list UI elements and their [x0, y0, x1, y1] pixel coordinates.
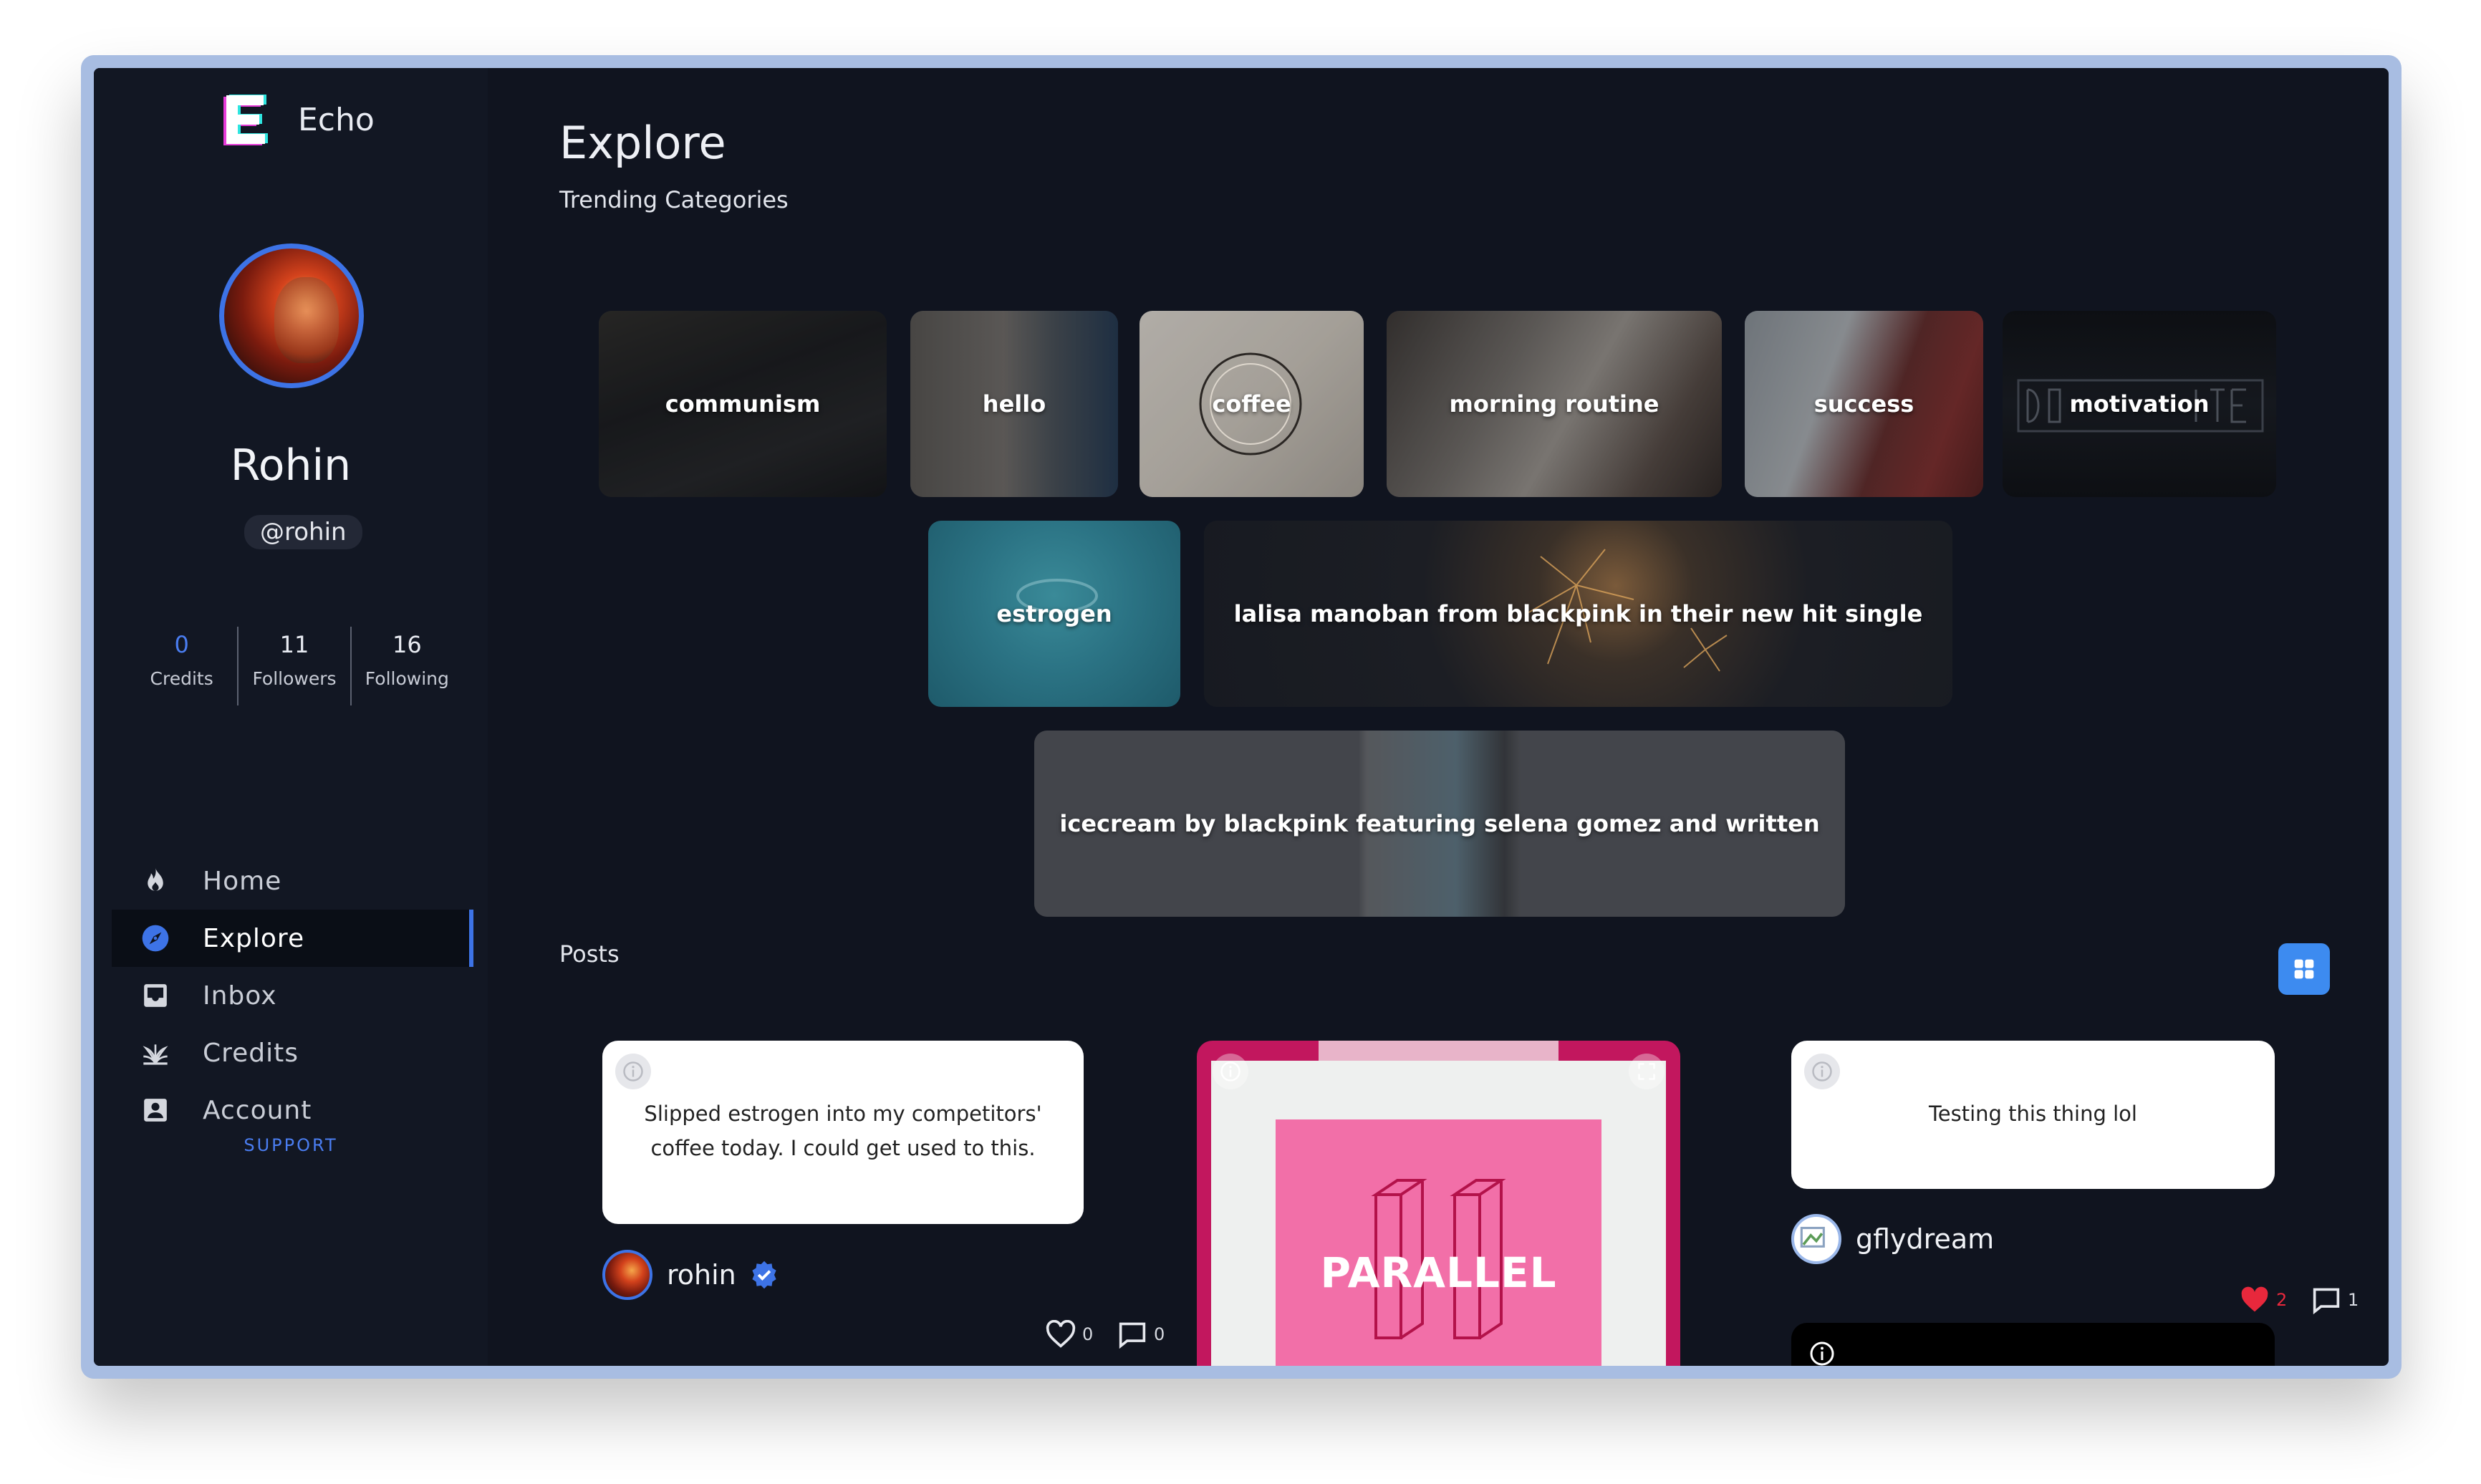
- sidebar-item-account[interactable]: Account: [112, 1081, 473, 1139]
- like-metric[interactable]: 0: [1045, 1320, 1093, 1349]
- comment-count: 0: [1154, 1324, 1165, 1344]
- page-title: Explore: [559, 117, 726, 169]
- profile-handle: @rohin: [244, 515, 362, 549]
- echo-logo-icon: [219, 91, 269, 148]
- section-title-posts: Posts: [559, 940, 620, 968]
- stat-value: 11: [279, 631, 309, 658]
- profile-stats: 0 Credits 11 Followers 16 Following: [126, 627, 463, 705]
- comment-icon: [1119, 1322, 1146, 1349]
- info-icon[interactable]: [1213, 1054, 1248, 1089]
- post-card-4[interactable]: [1791, 1323, 2275, 1366]
- sidebar-item-label: Account: [203, 1095, 312, 1125]
- category-tile-communism[interactable]: communism: [599, 311, 887, 497]
- stat-label: Credits: [150, 668, 213, 689]
- sidebar-item-label: Explore: [203, 923, 305, 953]
- app-name: Echo: [298, 101, 375, 138]
- post-author-name: rohin: [667, 1259, 736, 1291]
- stat-label: Following: [365, 668, 449, 689]
- category-tile-morning-routine[interactable]: morning routine: [1387, 311, 1722, 497]
- sidebar-item-home[interactable]: Home: [112, 852, 473, 910]
- sidebar-item-label: Inbox: [203, 980, 277, 1011]
- account-icon: [140, 1095, 170, 1125]
- sidebar-nav: Home Explore Inbox Credits Account: [112, 852, 473, 1139]
- category-label: lalisa manoban from blackpink in their n…: [1233, 600, 1923, 627]
- profile-name: Rohin: [230, 440, 352, 491]
- plant-icon: [140, 1038, 170, 1068]
- author-avatar: [1791, 1214, 1841, 1264]
- heart-icon: [1046, 1320, 1076, 1348]
- sidebar-item-explore[interactable]: Explore: [112, 910, 473, 967]
- post-text: Slipped estrogen into my competitors' co…: [644, 1102, 1042, 1160]
- inbox-icon: [140, 980, 170, 1011]
- sidebar-item-label: Credits: [203, 1038, 299, 1068]
- post-card-3[interactable]: Testing this thing lol: [1791, 1041, 2275, 1189]
- info-icon[interactable]: [1804, 1054, 1840, 1089]
- section-title-trending: Trending Categories: [559, 186, 789, 213]
- category-tile-coffee[interactable]: coffee: [1140, 311, 1364, 497]
- logo[interactable]: Echo: [219, 91, 375, 148]
- image-text: PARALLEL: [1320, 1248, 1557, 1297]
- stat-credits[interactable]: 0 Credits: [126, 627, 239, 705]
- grid-view-button[interactable]: [2278, 943, 2330, 995]
- info-icon[interactable]: [1804, 1336, 1840, 1366]
- category-label: hello: [982, 390, 1046, 418]
- stat-value: 16: [392, 631, 422, 658]
- category-tile-lalisa[interactable]: lalisa manoban from blackpink in their n…: [1204, 521, 1952, 707]
- like-count: 2: [2276, 1290, 2288, 1310]
- stat-value: 0: [174, 631, 189, 658]
- sidebar-item-label: Home: [203, 866, 282, 896]
- comment-icon: [2313, 1288, 2340, 1314]
- comment-count: 1: [2348, 1290, 2359, 1310]
- post-author-row[interactable]: gflydream: [1791, 1214, 1994, 1264]
- post-author-row[interactable]: rohin: [602, 1250, 779, 1300]
- stat-label: Followers: [252, 668, 337, 689]
- post-author-name: gflydream: [1856, 1223, 1995, 1255]
- profile-avatar[interactable]: [219, 244, 364, 388]
- category-label: icecream by blackpink featuring selena g…: [1059, 810, 1820, 837]
- stat-following[interactable]: 16 Following: [352, 627, 463, 705]
- image-top-strip: [1319, 1041, 1559, 1061]
- avatar-face: [274, 277, 339, 363]
- category-label: morning routine: [1449, 390, 1659, 418]
- category-tile-success[interactable]: success: [1745, 311, 1983, 497]
- sidebar-item-credits[interactable]: Credits: [112, 1024, 473, 1081]
- sidebar: Echo Rohin @rohin 0 Credits 11 Followers…: [94, 68, 488, 1366]
- grid-icon: [2294, 959, 2314, 979]
- comment-metric[interactable]: 0: [1117, 1320, 1165, 1349]
- verified-badge-icon: [752, 1261, 776, 1289]
- category-tile-estrogen[interactable]: estrogen: [928, 521, 1180, 707]
- post-text: Testing this thing lol: [1929, 1102, 2137, 1126]
- stat-followers[interactable]: 11 Followers: [239, 627, 352, 705]
- category-label: motivation: [2069, 390, 2210, 418]
- category-tile-hello[interactable]: hello: [910, 311, 1118, 497]
- expand-icon[interactable]: [1629, 1054, 1665, 1089]
- info-icon[interactable]: [615, 1054, 651, 1089]
- compass-icon: [140, 923, 170, 953]
- app-frame: Echo Rohin @rohin 0 Credits 11 Followers…: [94, 68, 2389, 1366]
- heart-filled-icon: [2241, 1286, 2268, 1312]
- app-window: Echo Rohin @rohin 0 Credits 11 Followers…: [81, 55, 2401, 1379]
- like-count: 0: [1082, 1324, 1094, 1344]
- support-link[interactable]: SUPPORT: [94, 1135, 488, 1155]
- post-card-2[interactable]: PARALLEL: [1197, 1041, 1680, 1366]
- sidebar-item-inbox[interactable]: Inbox: [112, 967, 473, 1024]
- like-metric[interactable]: 2: [2239, 1286, 2287, 1314]
- author-avatar: [602, 1250, 652, 1300]
- category-label: coffee: [1212, 390, 1291, 418]
- post-card-1[interactable]: Slipped estrogen into my competitors' co…: [602, 1041, 1084, 1224]
- category-label: estrogen: [996, 600, 1112, 627]
- category-tile-motivation[interactable]: motivation: [2003, 311, 2276, 497]
- category-label: success: [1813, 390, 1914, 418]
- category-tile-icecream[interactable]: icecream by blackpink featuring selena g…: [1034, 731, 1845, 917]
- category-label: communism: [665, 390, 821, 418]
- comment-metric[interactable]: 1: [2311, 1286, 2359, 1314]
- flame-icon: [140, 866, 170, 896]
